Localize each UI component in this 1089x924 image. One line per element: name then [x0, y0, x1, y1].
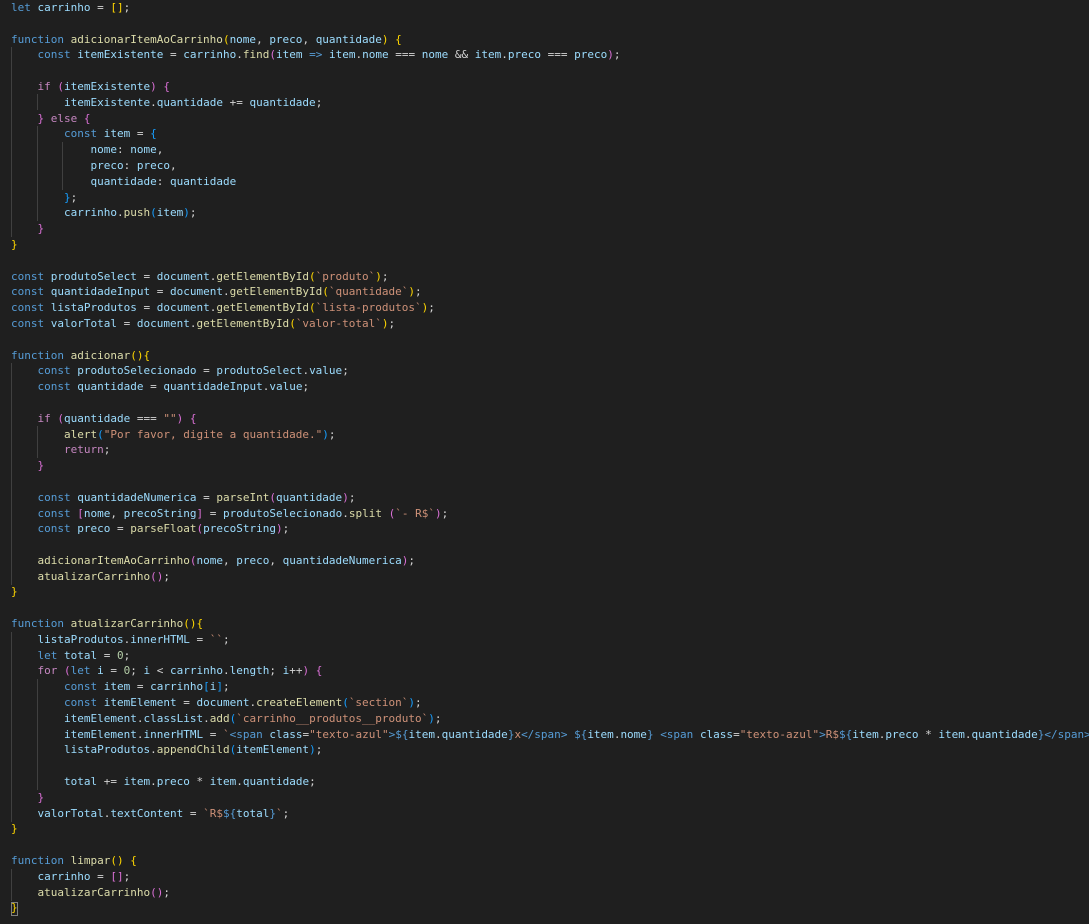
code-line[interactable]: listaProdutos.innerHTML = ``; — [11, 632, 1089, 648]
code-line[interactable]: valorTotal.textContent = `R$${total}`; — [11, 806, 1089, 822]
code-line[interactable]: const itemExistente = carrinho.find(item… — [11, 47, 1089, 63]
code-line[interactable]: } — [11, 237, 1089, 253]
code-line[interactable]: if (itemExistente) { — [11, 79, 1089, 95]
code-line[interactable]: quantidade: quantidade — [11, 174, 1089, 190]
code-line[interactable]: } — [11, 900, 1089, 916]
code-line[interactable]: const item = carrinho[i]; — [11, 679, 1089, 695]
code-line[interactable]: if (quantidade === "") { — [11, 411, 1089, 427]
code-line[interactable]: function atualizarCarrinho(){ — [11, 616, 1089, 632]
code-line[interactable] — [11, 63, 1089, 79]
code-line[interactable]: function adicionarItemAoCarrinho(nome, p… — [11, 32, 1089, 48]
code-line[interactable]: alert("Por favor, digite a quantidade.")… — [11, 427, 1089, 443]
code-line[interactable] — [11, 758, 1089, 774]
code-line[interactable]: let total = 0; — [11, 648, 1089, 664]
code-line[interactable]: const quantidadeNumerica = parseInt(quan… — [11, 490, 1089, 506]
code-line[interactable] — [11, 600, 1089, 616]
code-line[interactable]: itemElement.classList.add(`carrinho__pro… — [11, 711, 1089, 727]
code-line[interactable]: } — [11, 221, 1089, 237]
code-line[interactable]: const [nome, precoString] = produtoSelec… — [11, 506, 1089, 522]
code-line[interactable]: function adicionar(){ — [11, 348, 1089, 364]
code-line[interactable]: } — [11, 458, 1089, 474]
code-line[interactable] — [11, 395, 1089, 411]
code-line[interactable] — [11, 474, 1089, 490]
code-line[interactable] — [11, 332, 1089, 348]
code-line[interactable]: carrinho.push(item); — [11, 205, 1089, 221]
code-line[interactable]: listaProdutos.appendChild(itemElement); — [11, 742, 1089, 758]
code-line[interactable]: atualizarCarrinho(); — [11, 885, 1089, 901]
code-line[interactable]: let carrinho = []; — [11, 0, 1089, 16]
code-line[interactable]: } — [11, 790, 1089, 806]
code-line[interactable] — [11, 537, 1089, 553]
code-line[interactable]: } — [11, 821, 1089, 837]
code-line[interactable]: } — [11, 584, 1089, 600]
code-line[interactable]: carrinho = []; — [11, 869, 1089, 885]
code-line[interactable]: adicionarItemAoCarrinho(nome, preco, qua… — [11, 553, 1089, 569]
code-editor[interactable]: let carrinho = []; function adicionarIte… — [0, 0, 1089, 924]
code-line[interactable]: const quantidade = quantidadeInput.value… — [11, 379, 1089, 395]
code-line[interactable] — [11, 253, 1089, 269]
code-line[interactable]: const listaProdutos = document.getElemen… — [11, 300, 1089, 316]
code-line[interactable]: const quantidadeInput = document.getElem… — [11, 284, 1089, 300]
code-line[interactable]: const itemElement = document.createEleme… — [11, 695, 1089, 711]
code-lines[interactable]: let carrinho = []; function adicionarIte… — [11, 0, 1089, 916]
code-line[interactable]: const preco = parseFloat(precoString); — [11, 521, 1089, 537]
code-line[interactable]: return; — [11, 442, 1089, 458]
code-line[interactable] — [11, 837, 1089, 853]
code-line[interactable]: total += item.preco * item.quantidade; — [11, 774, 1089, 790]
code-line[interactable]: itemElement.innerHTML = `<span class="te… — [11, 727, 1089, 743]
code-line[interactable]: for (let i = 0; i < carrinho.length; i++… — [11, 663, 1089, 679]
code-line[interactable]: preco: preco, — [11, 158, 1089, 174]
code-line[interactable] — [11, 16, 1089, 32]
code-line[interactable]: const valorTotal = document.getElementBy… — [11, 316, 1089, 332]
code-line[interactable]: atualizarCarrinho(); — [11, 569, 1089, 585]
code-line[interactable]: } else { — [11, 111, 1089, 127]
code-line[interactable]: const produtoSelect = document.getElemen… — [11, 269, 1089, 285]
code-line[interactable]: const produtoSelecionado = produtoSelect… — [11, 363, 1089, 379]
code-line[interactable]: itemExistente.quantidade += quantidade; — [11, 95, 1089, 111]
code-line[interactable]: nome: nome, — [11, 142, 1089, 158]
code-line[interactable]: }; — [11, 190, 1089, 206]
code-line[interactable]: function limpar() { — [11, 853, 1089, 869]
code-line[interactable]: const item = { — [11, 126, 1089, 142]
